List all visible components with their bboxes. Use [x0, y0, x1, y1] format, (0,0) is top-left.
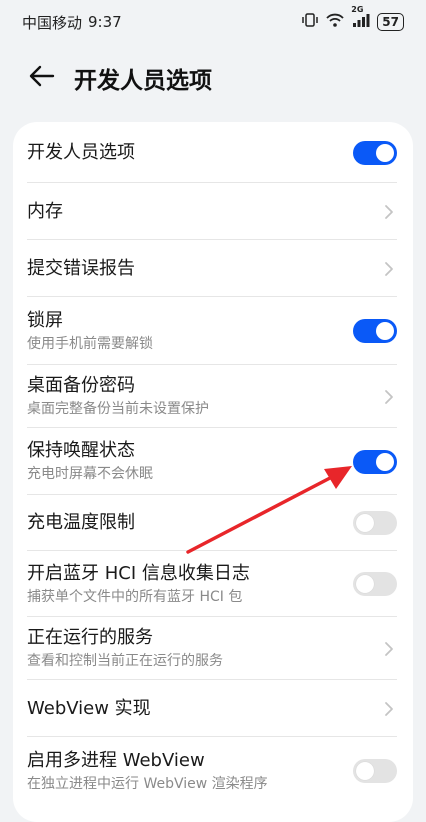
running-services-row[interactable]: 正在运行的服务 查看和控制当前正在运行的服务	[13, 617, 413, 680]
row-texts: 启用多进程 WebView 在独立进程中运行 WebView 渲染程序	[27, 749, 353, 794]
bluetooth-hci-log-toggle[interactable]	[353, 572, 397, 596]
bluetooth-hci-log-row[interactable]: 开启蓝牙 HCI 信息收集日志 捕获单个文件中的所有蓝牙 HCI 包	[13, 551, 413, 617]
toggle-knob	[356, 762, 374, 780]
row-title: 提交错误报告	[27, 257, 135, 279]
stay-awake-toggle[interactable]	[353, 449, 397, 474]
charging-temperature-limit-row[interactable]: 充电温度限制	[13, 495, 413, 551]
toggle-knob	[356, 575, 374, 593]
chevron-right-icon	[381, 385, 397, 409]
row-texts: 正在运行的服务 查看和控制当前正在运行的服务	[27, 626, 381, 671]
vibrate-icon	[302, 12, 319, 32]
developer-options-row[interactable]: 开发人员选项	[13, 122, 413, 183]
row-title: 启用多进程 WebView	[27, 749, 205, 771]
row-title: 保持唤醒状态	[27, 440, 135, 461]
row-subtitle: 桌面完整备份当前未设置保护	[27, 401, 209, 417]
status-left: 中国移动 9:37	[22, 12, 122, 33]
lock-screen-toggle[interactable]	[353, 319, 397, 343]
row-subtitle: 捕获单个文件中的所有蓝牙 HCI 包	[27, 588, 243, 605]
row-subtitle: 充电时屏幕不会休眠	[27, 466, 153, 482]
chevron-right-icon	[381, 200, 397, 224]
memory-row[interactable]: 内存	[13, 183, 413, 240]
row-texts: 桌面备份密码 桌面完整备份当前未设置保护	[27, 374, 381, 419]
stay-awake-row[interactable]: 保持唤醒状态 充电时屏幕不会休眠	[13, 428, 413, 495]
charging-temperature-limit-toggle[interactable]	[353, 511, 397, 535]
row-texts: 充电温度限制	[27, 511, 353, 535]
developer-options-toggle[interactable]	[353, 140, 397, 165]
wifi-icon	[325, 12, 345, 32]
toggle-knob	[376, 452, 394, 471]
back-arrow-icon	[29, 65, 55, 91]
bug-report-row[interactable]: 提交错误报告	[13, 240, 413, 297]
row-title: 内存	[27, 200, 63, 222]
network-type-label: 2G	[351, 5, 364, 14]
header: 开发人员选项	[0, 52, 426, 104]
row-subtitle: 查看和控制当前正在运行的服务	[27, 653, 223, 669]
chevron-right-icon	[381, 697, 397, 721]
time-label: 9:37	[88, 13, 122, 31]
row-texts: WebView 实现	[27, 697, 381, 721]
carrier-label: 中国移动	[22, 13, 83, 32]
row-texts: 开启蓝牙 HCI 信息收集日志 捕获单个文件中的所有蓝牙 HCI 包	[27, 562, 353, 607]
back-button[interactable]	[24, 60, 60, 96]
toggle-knob	[356, 514, 374, 532]
row-texts: 内存	[27, 200, 381, 224]
row-title: 锁屏	[27, 309, 63, 331]
battery-indicator: 57	[377, 13, 404, 31]
settings-card: 开发人员选项 内存 提交错误报告 锁屏 使用手机前需要解锁 桌面备份密码 桌面完…	[13, 122, 413, 822]
webview-implementation-row[interactable]: WebView 实现	[13, 680, 413, 737]
row-subtitle: 使用手机前需要解锁	[27, 335, 153, 352]
row-title: 开发人员选项	[27, 141, 135, 163]
chevron-right-icon	[381, 637, 397, 661]
row-texts: 开发人员选项	[27, 141, 353, 165]
page-title: 开发人员选项	[74, 68, 212, 94]
toggle-knob	[376, 322, 394, 340]
row-title: 正在运行的服务	[27, 627, 153, 648]
signal-icon: 2G	[351, 5, 370, 32]
status-right: 2G 57	[302, 5, 404, 32]
row-texts: 锁屏 使用手机前需要解锁	[27, 309, 353, 354]
row-title: 充电温度限制	[27, 512, 135, 533]
row-title: 开启蓝牙 HCI 信息收集日志	[27, 562, 250, 584]
multiprocess-webview-row[interactable]: 启用多进程 WebView 在独立进程中运行 WebView 渲染程序	[13, 737, 413, 805]
multiprocess-webview-toggle[interactable]	[353, 759, 397, 783]
row-subtitle: 在独立进程中运行 WebView 渲染程序	[27, 775, 268, 792]
row-texts: 提交错误报告	[27, 257, 381, 281]
chevron-right-icon	[381, 257, 397, 281]
status-bar: 中国移动 9:37 2G 57	[0, 0, 426, 44]
row-title: WebView 实现	[27, 697, 151, 719]
desktop-backup-password-row[interactable]: 桌面备份密码 桌面完整备份当前未设置保护	[13, 365, 413, 428]
lock-screen-row[interactable]: 锁屏 使用手机前需要解锁	[13, 297, 413, 365]
toggle-knob	[376, 143, 394, 162]
row-texts: 保持唤醒状态 充电时屏幕不会休眠	[27, 439, 353, 484]
row-title: 桌面备份密码	[27, 375, 135, 396]
